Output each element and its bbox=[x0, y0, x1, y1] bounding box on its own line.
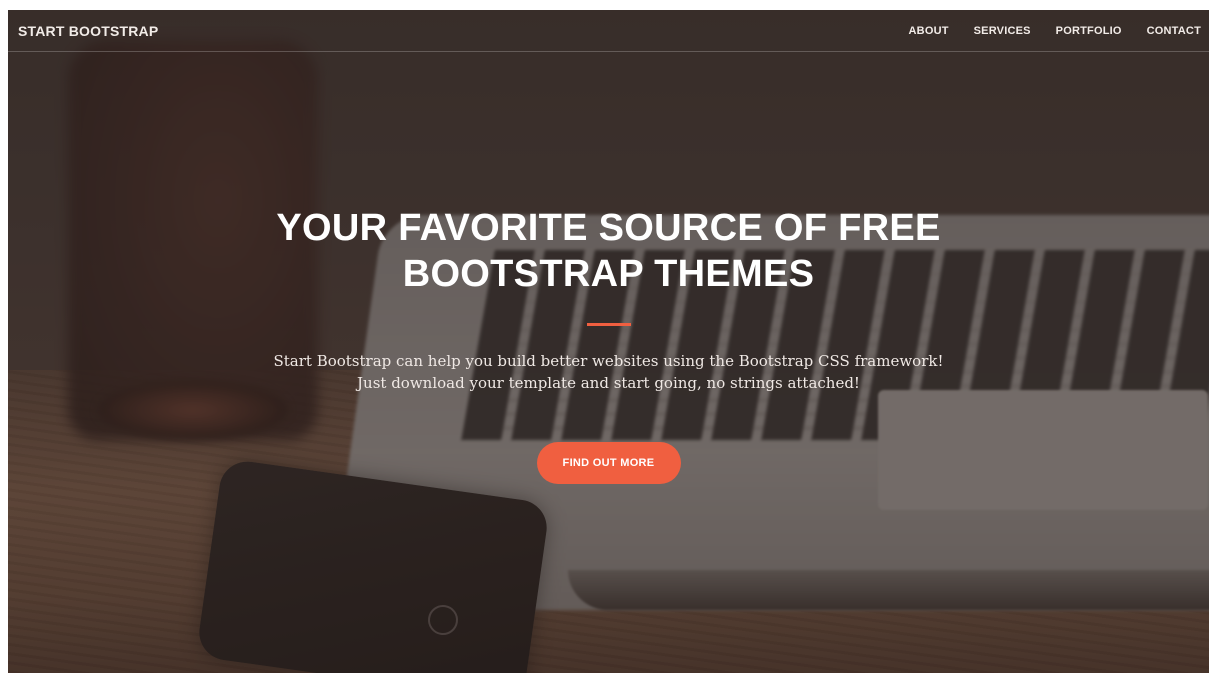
nav-link-services[interactable]: SERVICES bbox=[974, 25, 1031, 37]
hero-title: YOUR FAVORITE SOURCE OF FREE BOOTSTRAP T… bbox=[249, 205, 969, 297]
find-out-more-button[interactable]: FIND OUT MORE bbox=[536, 442, 681, 484]
top-navbar: START BOOTSTRAP ABOUT SERVICES PORTFOLIO… bbox=[8, 10, 1209, 52]
nav-link-about[interactable]: ABOUT bbox=[909, 25, 949, 37]
hero-title-line-1: YOUR FAVORITE SOURCE OF FREE bbox=[276, 207, 941, 249]
hero-title-line-2: BOOTSTRAP THEMES bbox=[402, 253, 815, 295]
hero-section: YOUR FAVORITE SOURCE OF FREE BOOTSTRAP T… bbox=[8, 205, 1209, 484]
hero-subtitle-line-1: Start Bootstrap can help you build bette… bbox=[273, 352, 944, 370]
brand-link[interactable]: START BOOTSTRAP bbox=[18, 23, 158, 39]
accent-divider bbox=[586, 323, 631, 326]
hero-subtitle: Start Bootstrap can help you build bette… bbox=[259, 350, 959, 394]
page-frame: START BOOTSTRAP ABOUT SERVICES PORTFOLIO… bbox=[8, 10, 1209, 673]
nav-link-portfolio[interactable]: PORTFOLIO bbox=[1056, 25, 1122, 37]
hero-subtitle-line-2: Just download your template and start go… bbox=[357, 374, 860, 392]
nav-link-contact[interactable]: CONTACT bbox=[1147, 25, 1201, 37]
nav-links: ABOUT SERVICES PORTFOLIO CONTACT bbox=[884, 25, 1201, 37]
